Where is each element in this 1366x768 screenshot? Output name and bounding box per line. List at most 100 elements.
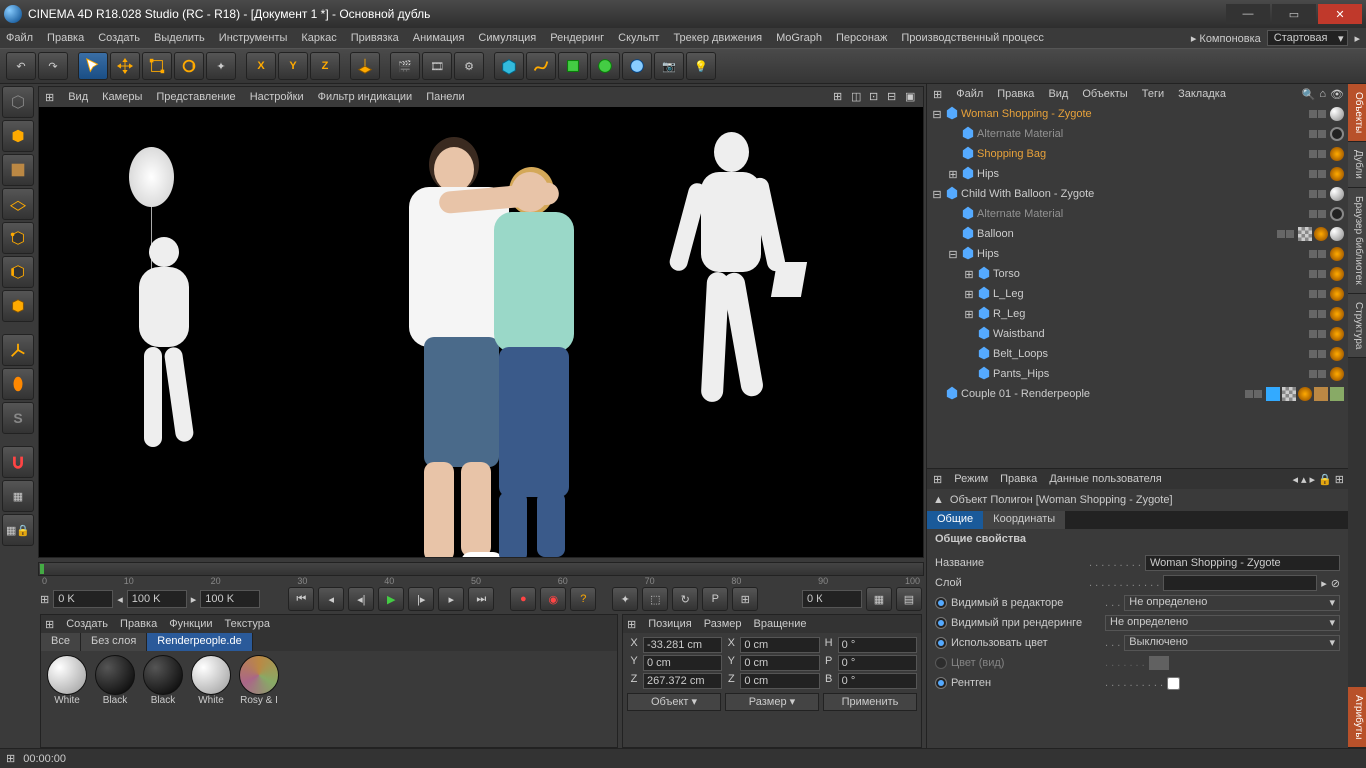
tree-row[interactable]: Alternate Material — [927, 204, 1348, 224]
menu-MoGraph[interactable]: MoGraph — [776, 32, 822, 44]
poly-mode-button[interactable] — [2, 290, 34, 322]
layout-dropdown[interactable]: Стартовая — [1267, 30, 1349, 46]
deformer-button[interactable] — [590, 52, 620, 80]
menu-Инструменты[interactable]: Инструменты — [219, 32, 288, 44]
menu-Производственный процесс[interactable]: Производственный процесс — [901, 32, 1043, 44]
timeline-fcurve-button[interactable]: ▤ — [896, 587, 922, 611]
attr-back-icon[interactable]: ◂ — [1292, 473, 1298, 486]
objmenu-Правка[interactable]: Правка — [997, 88, 1034, 100]
vpmenu-Фильтр индикации[interactable]: Фильтр индикации — [318, 91, 413, 103]
axis-y-button[interactable]: Y — [278, 52, 308, 80]
coord-size-drop[interactable]: Размер ▾ — [725, 693, 819, 711]
axis-z-button[interactable]: Z — [310, 52, 340, 80]
layout-trigger[interactable]: ▸ Компоновка — [1191, 32, 1261, 45]
coord-X[interactable] — [643, 637, 722, 653]
frame-end[interactable]: 100 K — [127, 590, 187, 608]
axis-x-button[interactable]: X — [246, 52, 276, 80]
frame-start[interactable]: 0 K — [53, 590, 113, 608]
material-0[interactable]: White — [45, 655, 89, 743]
menu-Симуляция[interactable]: Симуляция — [478, 32, 536, 44]
viewport[interactable] — [39, 107, 923, 557]
objmenu-Объекты[interactable]: Объекты — [1082, 88, 1127, 100]
attr-lock-icon[interactable]: 🔒 — [1318, 473, 1332, 486]
tree-row[interactable]: Balloon — [927, 224, 1348, 244]
tree-row[interactable]: ⊞L_Leg — [927, 284, 1348, 304]
layer-clear-icon[interactable]: ⊘ — [1331, 577, 1340, 590]
next-key-button[interactable]: ▸ — [438, 587, 464, 611]
objmenu-Файл[interactable]: Файл — [956, 88, 983, 100]
attr-up-icon[interactable]: ▴ — [1301, 473, 1307, 486]
vp-icon-3[interactable]: ⊡ — [869, 90, 883, 104]
side-tab-0[interactable]: Объекты — [1348, 84, 1366, 142]
vpmenu-Камеры[interactable]: Камеры — [102, 91, 142, 103]
menu-Привязка[interactable]: Привязка — [351, 32, 399, 44]
environment-button[interactable] — [622, 52, 652, 80]
tree-row[interactable]: ⊟Child With Balloon - Zygote — [927, 184, 1348, 204]
coord-object-drop[interactable]: Объект ▾ — [627, 693, 721, 711]
obj-name-input[interactable] — [1145, 555, 1340, 571]
tweak-button[interactable] — [2, 368, 34, 400]
xray-checkbox[interactable] — [1167, 677, 1180, 690]
camera-button[interactable]: 📷 — [654, 52, 684, 80]
minimize-button[interactable]: — — [1226, 4, 1270, 24]
frame-current[interactable]: 100 K — [200, 590, 260, 608]
undo-button[interactable]: ↶ — [6, 52, 36, 80]
menu-Файл[interactable]: Файл — [6, 32, 33, 44]
tree-row[interactable]: Couple 01 - Renderpeople — [927, 384, 1348, 404]
texture-mode-button[interactable] — [2, 154, 34, 186]
coord-B[interactable] — [838, 673, 917, 689]
end-frame[interactable]: 0 К — [802, 590, 862, 608]
vis-render-drop[interactable]: Не определено — [1105, 615, 1340, 631]
material-3[interactable]: White — [189, 655, 233, 743]
spline-button[interactable] — [526, 52, 556, 80]
snap-button[interactable] — [2, 446, 34, 478]
tab-general[interactable]: Общие — [927, 511, 983, 529]
key-param-button[interactable]: P — [702, 587, 728, 611]
side-tab-1[interactable]: Дубли — [1348, 142, 1366, 188]
search-icon[interactable]: 🔍 — [1302, 88, 1316, 101]
move-tool[interactable] — [110, 52, 140, 80]
tree-row[interactable]: ⊟Hips — [927, 244, 1348, 264]
tree-row[interactable]: Alternate Material — [927, 124, 1348, 144]
menu-Трекер движения[interactable]: Трекер движения — [673, 32, 762, 44]
vpmenu-Вид[interactable]: Вид — [68, 91, 88, 103]
tab-coords[interactable]: Координаты — [983, 511, 1065, 529]
locked-workplane-button[interactable]: ▦🔒 — [2, 514, 34, 546]
objmenu-Закладка[interactable]: Закладка — [1178, 88, 1226, 100]
cube-primitive-button[interactable] — [494, 52, 524, 80]
vpmenu-Панели[interactable]: Панели — [426, 91, 464, 103]
layer-pick-icon[interactable]: ▸ — [1321, 577, 1327, 590]
goto-end-button[interactable]: ⏭ — [468, 587, 494, 611]
usecolor-drop[interactable]: Выключено — [1124, 635, 1340, 651]
vp-icon-2[interactable]: ◫ — [851, 90, 865, 104]
menu-Выделить[interactable]: Выделить — [154, 32, 205, 44]
viewport-solo-button[interactable]: S — [2, 402, 34, 434]
play-button[interactable]: ▶ — [378, 587, 404, 611]
objmenu-Вид[interactable]: Вид — [1048, 88, 1068, 100]
generator-button[interactable] — [558, 52, 588, 80]
vp-icon-4[interactable]: ⊟ — [887, 90, 901, 104]
material-2[interactable]: Black — [141, 655, 185, 743]
menu-Персонаж[interactable]: Персонаж — [836, 32, 887, 44]
attr-fwd-icon[interactable]: ▸ — [1310, 473, 1316, 486]
vpmenu-Настройки[interactable]: Настройки — [250, 91, 304, 103]
tree-row[interactable]: Shopping Bag — [927, 144, 1348, 164]
tree-row[interactable]: Pants_Hips — [927, 364, 1348, 384]
coord-apply-button[interactable]: Применить — [823, 693, 917, 711]
objmenu-Теги[interactable]: Теги — [1142, 88, 1164, 100]
make-editable-button[interactable] — [2, 86, 34, 118]
point-mode-button[interactable] — [2, 222, 34, 254]
key-pla-button[interactable]: ⊞ — [732, 587, 758, 611]
vpmenu-Представление[interactable]: Представление — [156, 91, 235, 103]
attrmenu-Режим[interactable]: Режим — [954, 473, 988, 485]
side-tab-2[interactable]: Браузер библиотек — [1348, 188, 1366, 294]
material-1[interactable]: Black — [93, 655, 137, 743]
coord-Z[interactable] — [740, 673, 819, 689]
menu-Анимация[interactable]: Анимация — [413, 32, 465, 44]
coord-system-button[interactable] — [350, 52, 380, 80]
tree-row[interactable]: ⊞R_Leg — [927, 304, 1348, 324]
menu-Каркас[interactable]: Каркас — [301, 32, 336, 44]
record-button[interactable]: ● — [510, 587, 536, 611]
mat-tab-2[interactable]: Renderpeople.de — [147, 633, 252, 651]
layer-input[interactable] — [1163, 575, 1317, 591]
